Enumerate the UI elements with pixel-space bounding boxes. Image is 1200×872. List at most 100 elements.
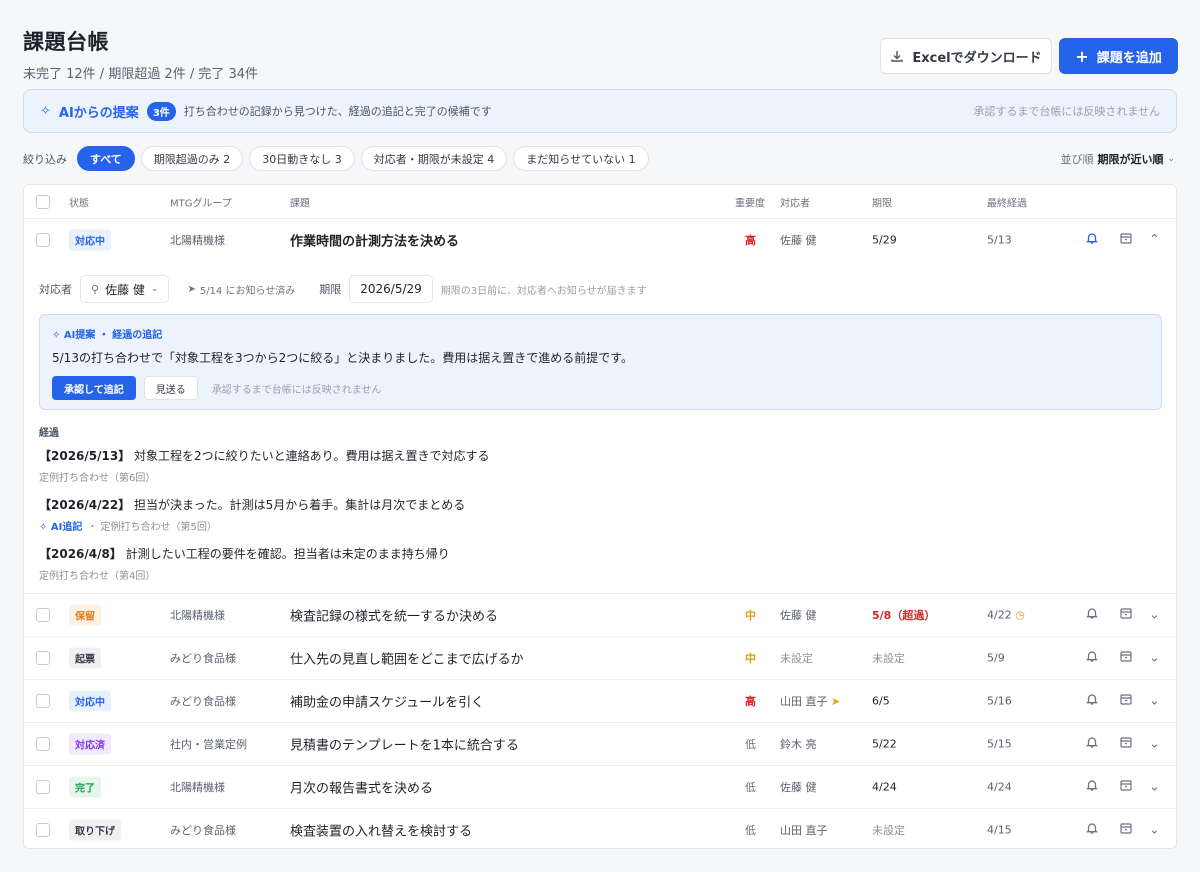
row-checkbox[interactable] [36,608,50,622]
filter-chip-stale[interactable]: 30日動きなし 3 [249,146,355,171]
due-date-input[interactable]: 2026/5/29 [349,275,433,303]
ai-suggestion-banner[interactable]: ✧ AIからの提案 3件 打ち合わせの記録から見つけた、経過の追記と完了の候補で… [23,89,1177,133]
filter-chip-all[interactable]: すべて [77,146,135,171]
table-row[interactable]: 対応中 北陽精機様 作業時間の計測方法を決める 高 佐藤 健 5/29 5/13… [24,219,1176,261]
row-owner: 佐藤 健 [780,781,817,794]
history-text: 対象工程を2つに絞りたいと連絡あり。費用は据え置きで対応する [134,449,490,463]
history-item: 【2026/4/22】 担当が決まった。計測は5月から着手。集計は月次でまとめる… [39,496,465,533]
filter-chip-not-notified[interactable]: まだ知らせていない 1 [513,146,649,171]
row-priority: 高 [745,234,756,247]
chevron-down-icon: ⌄ [1167,154,1175,164]
filter-bar: 絞り込み すべて 期限超過のみ 2 30日動きなし 3 対応者・期限が未設定 4… [23,146,649,171]
bell-icon[interactable] [1085,778,1099,796]
ai-suggestion-count-badge: 3件 [146,101,176,121]
row-priority: 高 [745,695,756,708]
row-checkbox[interactable] [36,694,50,708]
history-date: 【2026/4/8】 [39,547,122,561]
chevron-down-icon[interactable]: ⌄ [1149,737,1160,752]
row-checkbox[interactable] [36,651,50,665]
table-row[interactable]: 取り下げ みどり食品様 検査装置の入れ替えを検討する 低 山田 直子 未設定 4… [24,809,1176,848]
chevron-down-icon[interactable]: ⌄ [1149,822,1160,837]
row-group: 社内・営業定例 [170,738,247,751]
row-group: みどり食品様 [170,695,236,708]
sort-select[interactable]: 並び順 期限が近い順 ⌄ [1060,151,1175,167]
archive-icon[interactable] [1119,649,1133,667]
notified-text: 5/14 にお知らせ済み [199,285,296,297]
skip-button[interactable]: 見送る [143,376,198,400]
notified-status: ➤ 5/14 にお知らせ済み [187,282,295,297]
row-priority: 中 [745,652,756,665]
table-row[interactable]: 保留 北陽精機様 検査記録の様式を統一するか決める 中 佐藤 健 5/8（超過）… [24,594,1176,637]
row-owner: 佐藤 健 [780,609,817,622]
col-issue: 課題 [290,198,310,209]
bell-icon[interactable] [1085,821,1099,839]
table-row[interactable]: 対応済 社内・営業定例 見積書のテンプレートを1本に統合する 低 鈴木 亮 5/… [24,723,1176,766]
excel-download-button[interactable]: Excelでダウンロード [880,38,1052,74]
row-checkbox[interactable] [36,780,50,794]
bell-icon[interactable] [1085,649,1099,667]
chevron-down-icon[interactable]: ⌄ [1149,780,1160,795]
row-due: 6/5 [872,694,890,708]
filter-chip-overdue[interactable]: 期限超過のみ 2 [140,146,244,171]
archive-icon[interactable] [1119,606,1133,624]
row-checkbox[interactable] [36,233,50,247]
history-date: 【2026/4/22】 [39,498,131,512]
row-issue: 作業時間の計測方法を決める [290,234,460,250]
status-badge: 起票 [69,647,101,669]
row-checkbox[interactable] [36,737,50,751]
bell-icon[interactable] [1085,606,1099,624]
row-group: みどり食品様 [170,823,236,837]
row-due: 5/22 [872,737,897,751]
add-issue-button[interactable]: + 課題を追加 [1059,38,1178,74]
ai-card-actions: 承認して追記 見送る 承認するまで台帳には反映されません [52,376,381,400]
row-owner-value: 山田 直子 [780,695,828,708]
chevron-down-icon[interactable]: ⌄ [1149,651,1160,666]
bell-icon[interactable] [1085,735,1099,753]
detail-due-label: 期限 [319,283,342,296]
table-row[interactable]: 起票 みどり食品様 仕入先の見直し範囲をどこまで広げるか 中 未設定 未設定 5… [24,637,1176,680]
bell-icon[interactable] [1085,692,1099,710]
filter-label: 絞り込み [23,152,67,166]
chevron-up-icon[interactable]: ⌃ [1149,233,1160,248]
row-checkbox[interactable] [36,822,50,837]
history-item: 【2026/4/8】 計測したい工程の要件を確認。担当者は未定のまま持ち帰り 定… [39,545,450,582]
archive-icon[interactable] [1119,821,1133,839]
archive-icon[interactable] [1119,692,1133,710]
user-icon: ⚲ [91,282,100,296]
send-icon: ➤ [187,283,196,295]
approve-button[interactable]: 承認して追記 [52,376,136,400]
sparkle-icon: ✧ [40,103,51,119]
row-last-update-value: 4/22 [987,608,1012,622]
table-row[interactable]: 対応中 みどり食品様 補助金の申請スケジュールを引く 高 山田 直子 ➤ 6/5… [24,680,1176,723]
row-group: 北陽精機様 [170,781,225,794]
row-issue: 仕入先の見直し範囲をどこまで広げるか [290,652,524,668]
row-last-update: 5/9 [987,651,1005,665]
table-row[interactable]: 完了 北陽精機様 月次の報告書式を決める 低 佐藤 健 4/24 4/24 ⌄ [24,766,1176,809]
issue-detail-panel: 対応者 ⚲ 佐藤 健 ⌄ ➤ 5/14 にお知らせ済み 期限 2026/5/29… [24,261,1176,594]
status-badge: 対応中 [69,229,111,251]
row-due: 4/24 [872,780,897,794]
owner-select[interactable]: ⚲ 佐藤 健 ⌄ [80,275,170,303]
chevron-down-icon[interactable]: ⌄ [1149,694,1160,709]
row-owner: 佐藤 健 [780,234,817,247]
chevron-down-icon[interactable]: ⌄ [1149,608,1160,623]
col-due: 期限 [872,198,892,209]
archive-icon[interactable] [1119,778,1133,796]
col-status: 状態 [69,198,89,209]
ai-card-body: 5/13の打ち合わせで「対象工程を3つから2つに絞る」と決まりました。費用は据え… [52,351,634,365]
select-all-checkbox[interactable] [36,194,50,209]
filter-chip-unassigned[interactable]: 対応者・期限が未設定 4 [360,146,508,171]
send-icon: ➤ [831,695,841,708]
table-header-row: 状態 MTGグループ 課題 重要度 対応者 期限 最終経過 [24,185,1176,219]
row-group: 北陽精機様 [170,609,225,622]
clock-icon: ◷ [1015,608,1025,622]
row-owner: 未設定 [780,652,813,665]
detail-owner-label: 対応者 [39,283,72,296]
page-header: 課題台帳 未完了 12件 / 期限超過 2件 / 完了 34件 [23,26,258,82]
row-due: 未設定 [872,652,905,665]
archive-icon[interactable] [1119,231,1133,249]
bell-icon[interactable] [1085,231,1099,249]
row-issue: 見積書のテンプレートを1本に統合する [290,738,519,754]
history-meta: ・ 定例打ち合わせ（第5回） [87,522,217,533]
archive-icon[interactable] [1119,735,1133,753]
